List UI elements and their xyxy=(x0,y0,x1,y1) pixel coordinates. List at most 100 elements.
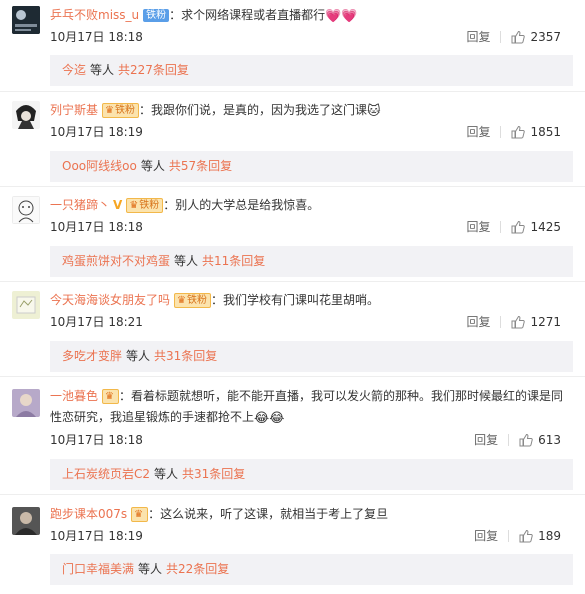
username[interactable]: 跑步课本007s xyxy=(50,507,127,521)
comment-time: 10月17日 18:18 xyxy=(50,433,143,447)
comment-item: 一池暮色 ♛ ：看着标题就想听，能不能开直播，我可以发火箭的那种。我们那时候最红的课… xyxy=(0,377,585,495)
crown-icon: ♛ xyxy=(134,509,144,520)
username[interactable]: 列宁斯基 xyxy=(50,103,98,117)
avatar[interactable] xyxy=(12,196,40,224)
reply-user[interactable]: 鸡蛋煎饼对不对鸡蛋 xyxy=(62,254,170,268)
like-button[interactable]: 1425 xyxy=(511,219,561,235)
comment-text: 我跟你们说，是真的，因为我选了这门课 xyxy=(151,103,368,117)
comment-line: 乒乓不败miss_u 铁粉 ：求个网络课程或者直播都行💗💗 xyxy=(50,8,358,24)
avatar[interactable] xyxy=(12,291,40,319)
comment-text: 我们学校有门课叫花里胡哨。 xyxy=(223,293,380,307)
reply-button[interactable]: 回复 xyxy=(474,528,498,544)
like-count: 613 xyxy=(538,433,561,447)
comment-actions: 回复 189 xyxy=(474,528,561,544)
comment-item: 一只猪蹄丶 V ♛铁粉 ：别人的大学总是给我惊喜。 10月17日 18:18 回复 1… xyxy=(0,187,585,282)
comment-meta: 10月17日 18:18 回复 2357 xyxy=(50,29,573,45)
username[interactable]: 一池暮色 xyxy=(50,389,98,403)
thumbs-up-icon xyxy=(519,433,533,447)
cat-emoji-icon: 🐱 xyxy=(367,104,381,119)
like-count: 1425 xyxy=(530,220,561,234)
like-button[interactable]: 613 xyxy=(519,432,561,448)
fan-badge: ♛铁粉 xyxy=(174,293,211,308)
divider xyxy=(500,126,502,138)
thumbs-up-icon xyxy=(511,125,526,139)
replies-summary[interactable]: 上石炭统页岩C2 等人 共31条回复 xyxy=(50,459,573,490)
reply-user[interactable]: 上石炭统页岩C2 xyxy=(62,467,150,481)
divider xyxy=(500,316,502,328)
comment-time: 10月17日 18:21 xyxy=(50,315,143,329)
reply-total-link[interactable]: 共22条回复 xyxy=(166,562,229,576)
comment-item: 今天海海谈女朋友了吗 ♛铁粉 ：我们学校有门课叫花里胡哨。 10月17日 18:21… xyxy=(0,282,585,377)
replies-summary[interactable]: 多吃才变胖 等人 共31条回复 xyxy=(50,341,573,372)
comment-item: 乒乓不败miss_u 铁粉 ：求个网络课程或者直播都行💗💗 10月17日 18:18… xyxy=(0,0,585,92)
replies-summary[interactable]: Ooo阿线线oo 等人 共57条回复 xyxy=(50,151,573,182)
heart-emoji-icon: 💗💗 xyxy=(325,9,358,24)
fan-badge: 铁粉 xyxy=(143,9,170,22)
avatar[interactable] xyxy=(12,101,40,129)
reply-button[interactable]: 回复 xyxy=(466,314,490,330)
divider xyxy=(508,530,510,542)
reply-button[interactable]: 回复 xyxy=(466,219,490,235)
fan-badge: ♛ xyxy=(131,507,149,522)
reply-button[interactable]: 回复 xyxy=(466,124,490,140)
username[interactable]: 今天海海谈女朋友了吗 xyxy=(50,293,170,307)
comment-actions: 回复 1271 xyxy=(466,314,561,330)
username[interactable]: 乒乓不败miss_u xyxy=(50,8,139,22)
comment-text: 求个网络课程或者直播都行 xyxy=(181,8,326,22)
thumbs-up-icon xyxy=(511,220,526,234)
reply-total-link[interactable]: 共227条回复 xyxy=(118,63,189,77)
reply-button[interactable]: 回复 xyxy=(474,432,498,448)
username[interactable]: 一只猪蹄丶 xyxy=(50,198,110,212)
thumbs-up-icon xyxy=(511,315,526,329)
divider xyxy=(508,434,510,446)
comment-meta: 10月17日 18:21 回复 1271 xyxy=(50,314,573,330)
comment-line: 列宁斯基 ♛铁粉 ：我跟你们说，是真的，因为我选了这门课🐱 xyxy=(50,103,381,119)
comment-time: 10月17日 18:18 xyxy=(50,220,143,234)
crown-icon: ♛ xyxy=(105,105,114,116)
like-count: 2357 xyxy=(530,30,561,44)
reply-user[interactable]: 今迄 xyxy=(62,63,86,77)
divider xyxy=(500,221,502,233)
comment-item: 列宁斯基 ♛铁粉 ：我跟你们说，是真的，因为我选了这门课🐱 10月17日 18:19… xyxy=(0,92,585,187)
fan-badge: ♛铁粉 xyxy=(102,103,139,118)
comment-actions: 回复 2357 xyxy=(466,29,561,45)
avatar[interactable] xyxy=(12,507,40,535)
replies-summary[interactable]: 鸡蛋煎饼对不对鸡蛋 等人 共11条回复 xyxy=(50,246,573,277)
reply-total-link[interactable]: 共31条回复 xyxy=(154,349,217,363)
comment-meta: 10月17日 18:19 回复 1851 xyxy=(50,124,573,140)
crying-emoji-icon: 😂😂 xyxy=(254,411,285,426)
comment-meta: 10月17日 18:19 回复 189 xyxy=(50,528,573,544)
like-button[interactable]: 2357 xyxy=(511,29,561,45)
comment-time: 10月17日 18:19 xyxy=(50,529,143,543)
replies-summary[interactable]: 今迄 等人 共227条回复 xyxy=(50,55,573,86)
comment-line: 今天海海谈女朋友了吗 ♛铁粉 ：我们学校有门课叫花里胡哨。 xyxy=(50,293,380,308)
like-button[interactable]: 1271 xyxy=(511,314,561,330)
comment-time: 10月17日 18:18 xyxy=(50,30,143,44)
comment-actions: 回复 1425 xyxy=(466,219,561,235)
reply-user[interactable]: Ooo阿线线oo xyxy=(62,159,137,173)
comment-meta: 10月17日 18:18 回复 1425 xyxy=(50,219,573,235)
vip-v-icon: V xyxy=(113,198,123,212)
reply-button[interactable]: 回复 xyxy=(466,29,490,45)
reply-total-link[interactable]: 共57条回复 xyxy=(169,159,232,173)
thumbs-up-icon xyxy=(519,529,533,543)
comment-text: 这么说来，听了这课，就相当于考上了复旦 xyxy=(160,507,389,521)
crown-icon: ♛ xyxy=(129,200,139,211)
reply-total-link[interactable]: 共11条回复 xyxy=(202,254,265,268)
comment-time: 10月17日 18:19 xyxy=(50,125,143,139)
reply-user[interactable]: 门口幸福美满 xyxy=(62,562,134,576)
like-button[interactable]: 1851 xyxy=(511,124,561,140)
reply-user[interactable]: 多吃才变胖 xyxy=(62,349,122,363)
reply-total-link[interactable]: 共31条回复 xyxy=(182,467,245,481)
fan-badge: ♛ xyxy=(102,389,119,404)
like-count: 1271 xyxy=(530,315,561,329)
comment-line: 一只猪蹄丶 V ♛铁粉 ：别人的大学总是给我惊喜。 xyxy=(50,198,320,213)
thumbs-up-icon xyxy=(511,30,526,44)
comment-line: 一池暮色 ♛ ：看着标题就想听，能不能开直播，我可以发火箭的那种。我们那时候最红的课… xyxy=(50,386,573,429)
replies-summary[interactable]: 门口幸福美满 等人 共22条回复 xyxy=(50,554,573,585)
divider xyxy=(500,31,502,43)
avatar[interactable] xyxy=(12,389,40,417)
comment-text: 别人的大学总是给我惊喜。 xyxy=(175,198,320,212)
avatar[interactable] xyxy=(12,6,40,34)
like-button[interactable]: 189 xyxy=(519,528,561,544)
